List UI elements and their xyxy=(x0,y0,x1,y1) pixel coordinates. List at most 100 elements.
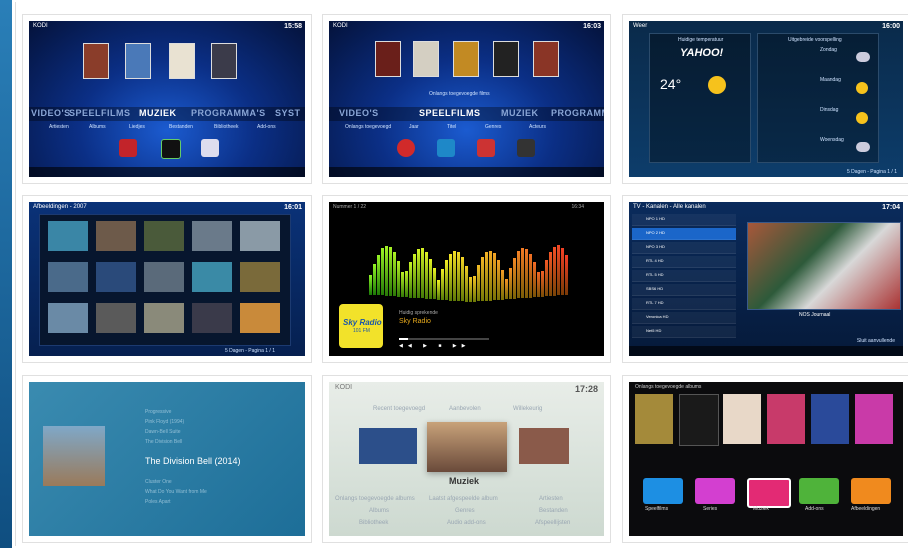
submenu-item[interactable]: Bestanden xyxy=(169,124,193,130)
track-item[interactable]: What Do You Want from Me xyxy=(145,489,207,495)
movie-poster[interactable] xyxy=(375,41,401,77)
cell-light-home[interactable]: KODI 17:28 Recent toegevoegd Aanbevolen … xyxy=(322,375,611,543)
series-tile[interactable] xyxy=(695,478,735,504)
top-tab[interactable]: Willekeurig xyxy=(513,406,542,412)
album-poster[interactable] xyxy=(125,43,151,79)
picture-thumbnail[interactable] xyxy=(96,262,136,292)
channel-row[interactable]: NPO 1 HD xyxy=(632,214,736,226)
picture-thumbnail[interactable] xyxy=(192,262,232,292)
picture-thumbnail[interactable] xyxy=(48,221,88,251)
menu-link[interactable]: Genres xyxy=(455,508,475,514)
submenu-item[interactable]: Artiesten xyxy=(49,124,69,130)
app-icon[interactable] xyxy=(517,139,535,157)
playback-controls[interactable]: ◀◀ ▶ ■ ▶▶ xyxy=(399,343,519,349)
movie-poster[interactable] xyxy=(413,41,439,77)
picture-thumbnail[interactable] xyxy=(240,303,280,333)
movie-poster[interactable] xyxy=(493,41,519,77)
pandora-app-icon[interactable] xyxy=(201,139,219,157)
picture-thumbnail[interactable] xyxy=(48,262,88,292)
menu-item[interactable]: MUZIEK xyxy=(501,108,539,118)
album-cover[interactable] xyxy=(855,394,893,444)
submenu-item[interactable]: Onlangs toegevoegd xyxy=(345,124,391,130)
track-item[interactable]: Cluster One xyxy=(145,479,172,485)
carousel-tile[interactable] xyxy=(359,428,417,464)
album-cover[interactable] xyxy=(43,426,105,486)
menu-link[interactable]: Audio add-ons xyxy=(447,520,486,526)
progress-bar[interactable] xyxy=(399,338,489,340)
top-tab[interactable]: Recent toegevoegd xyxy=(373,406,425,412)
channel-row[interactable]: NPO 3 HD xyxy=(632,242,736,254)
picture-thumbnail[interactable] xyxy=(240,262,280,292)
hollywood-app-icon[interactable] xyxy=(397,139,415,157)
channel-row[interactable]: RTL 5 HD xyxy=(632,270,736,282)
cell-home-music[interactable]: KODI 15:58 VIDEO'S SPEELFILMS MUZIEK PRO… xyxy=(22,14,312,184)
menu-item[interactable]: PROGRAMMA'S xyxy=(191,108,266,118)
menu-item[interactable]: VIDEO'S xyxy=(339,108,379,118)
submenu-item[interactable]: Genres xyxy=(485,124,501,130)
menu-item[interactable]: PROGRAMMA xyxy=(551,108,604,118)
album-poster[interactable] xyxy=(169,43,195,79)
submenu-item[interactable]: Liedjes xyxy=(129,124,145,130)
afbeeldingen-tile[interactable] xyxy=(851,478,891,504)
picture-thumbnail[interactable] xyxy=(144,221,184,251)
menu-item[interactable]: SPEELFILMS xyxy=(69,108,131,118)
album-poster[interactable] xyxy=(83,43,109,79)
app-icon[interactable] xyxy=(437,139,455,157)
menu-link[interactable]: Artiesten xyxy=(539,496,563,502)
submenu-item[interactable]: Titel xyxy=(447,124,456,130)
cell-album[interactable]: The Division Bell (2014) Progressive Pin… xyxy=(22,375,312,543)
album-cover[interactable] xyxy=(723,394,761,444)
submenu-item[interactable]: Albums xyxy=(89,124,106,130)
cell-weather[interactable]: Weer 16:00 Huidige temperatuur YAHOO! 24… xyxy=(622,14,908,184)
cell-visualizer[interactable]: Nummer 1 / 22 16:34 Sky Radio 101 FM Hui… xyxy=(322,195,611,363)
channel-row[interactable]: RTL 4 HD xyxy=(632,256,736,268)
submenu-item[interactable]: Add-ons xyxy=(257,124,276,130)
menu-link[interactable]: Albums xyxy=(369,508,389,514)
track-item[interactable]: Poles Apart xyxy=(145,499,171,505)
cell-dark-home[interactable]: Onlangs toegevoegde albums Speelfilms Se… xyxy=(622,375,908,543)
movie-poster[interactable] xyxy=(453,41,479,77)
submenu-item[interactable]: Jaar xyxy=(409,124,419,130)
app-icon[interactable] xyxy=(477,139,495,157)
radio-app-icon[interactable] xyxy=(161,139,181,159)
album-cover[interactable] xyxy=(811,394,849,444)
album-cover[interactable] xyxy=(635,394,673,444)
submenu-item[interactable]: Bibliotheek xyxy=(214,124,238,130)
channel-row[interactable]: Veronica HD xyxy=(632,312,736,324)
carousel-tile[interactable] xyxy=(519,428,569,464)
top-tab[interactable]: Aanbevolen xyxy=(449,406,481,412)
picture-thumbnail[interactable] xyxy=(240,221,280,251)
album-poster[interactable] xyxy=(211,43,237,79)
cell-tv[interactable]: TV - Kanalen - Alle kanalen 17:04 NPO 1 … xyxy=(622,195,908,363)
channel-row[interactable]: SBS6 HD xyxy=(632,284,736,296)
album-cover[interactable] xyxy=(767,394,805,444)
menu-link[interactable]: Bibliotheek xyxy=(359,520,388,526)
picture-thumbnail[interactable] xyxy=(144,262,184,292)
picture-thumbnail[interactable] xyxy=(144,303,184,333)
picture-thumbnail[interactable] xyxy=(192,303,232,333)
menu-item-selected[interactable]: SPEELFILMS xyxy=(419,108,481,118)
channel-row[interactable]: RTL 7 HD xyxy=(632,298,736,310)
cell-home-movies[interactable]: KODI 16:03 Onlangs toegevoegde films VID… xyxy=(322,14,611,184)
carousel-tile-selected[interactable] xyxy=(427,422,507,472)
menu-link[interactable]: Laatst afgespeelde album xyxy=(429,496,498,502)
picture-thumbnail[interactable] xyxy=(48,303,88,333)
movie-poster[interactable] xyxy=(533,41,559,77)
menu-item-selected[interactable]: MUZIEK xyxy=(139,108,177,118)
add-ons-tile[interactable] xyxy=(799,478,839,504)
picture-thumbnail[interactable] xyxy=(96,303,136,333)
album-cover[interactable] xyxy=(679,394,719,446)
tv-preview-video[interactable] xyxy=(747,222,901,310)
menu-link[interactable]: Onlangs toegevoegde albums xyxy=(335,496,415,502)
menu-item[interactable]: VIDEO'S xyxy=(31,108,71,118)
speelfilms-tile[interactable] xyxy=(643,478,683,504)
muziek-tile[interactable] xyxy=(747,478,791,508)
channel-row-selected[interactable]: NPO 2 HD xyxy=(632,228,736,240)
picture-thumbnail[interactable] xyxy=(192,221,232,251)
menu-item[interactable]: SYST xyxy=(275,108,301,118)
channel-row[interactable]: Net5 HD xyxy=(632,326,736,338)
menu-link[interactable]: Bestanden xyxy=(539,508,568,514)
jazz-app-icon[interactable] xyxy=(119,139,137,157)
submenu-item[interactable]: Acteurs xyxy=(529,124,546,130)
menu-link[interactable]: Afspeellijsten xyxy=(535,520,570,526)
